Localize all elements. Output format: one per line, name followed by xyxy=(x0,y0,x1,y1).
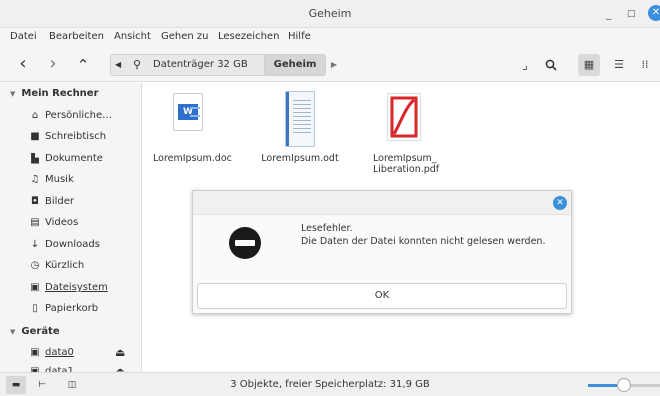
chevron-down-icon: ▼ xyxy=(10,328,16,336)
close-window-button[interactable]: ✕ xyxy=(648,5,660,21)
search-icon xyxy=(545,59,557,71)
recent-icon: ◷ xyxy=(30,260,40,271)
file-item-doc[interactable]: W LoremIpsum.doc xyxy=(153,93,232,164)
word-doc-icon: W xyxy=(173,93,203,131)
sidebar-item-kuerzlich[interactable]: ◷ Kürzlich xyxy=(28,260,140,271)
error-dialog: ✕ Lesefehler. Die Daten der Datei konnte… xyxy=(192,190,572,314)
documents-icon: ▙ xyxy=(31,153,39,164)
sidebar-item-dateisystem[interactable]: ▣ Dateisystem xyxy=(28,282,140,293)
file-name: LoremIpsum_ Liberation.pdf xyxy=(373,153,440,175)
drive-icon: ▣ xyxy=(30,347,40,358)
desktop-icon: ■ xyxy=(30,131,40,142)
videos-icon: ▤ xyxy=(30,217,40,228)
sidebar-item-bilder[interactable]: ◘ Bilder xyxy=(28,196,140,207)
toolbar: ‹ › ⌃ ◀ ⚲ Datenträger 32 GB Geheim ▶ ⌟ ▦… xyxy=(0,48,660,82)
odt-doc-icon xyxy=(285,91,315,147)
forward-button[interactable]: › xyxy=(44,55,62,75)
sidebar-item-persoenlicher-ordner[interactable]: ⌂ Persönliche… xyxy=(28,110,140,121)
home-icon: ⌂ xyxy=(31,110,39,121)
file-item-odt[interactable]: LoremIpsum.odt xyxy=(259,91,341,164)
sidebar-item-dokumente[interactable]: ▙ Dokumente xyxy=(28,153,140,164)
menu-gehen-zu[interactable]: Gehen zu xyxy=(161,31,209,42)
file-name: LoremIpsum.doc xyxy=(153,153,232,164)
sidebar-item-musik[interactable]: ♫ Musik xyxy=(28,174,140,185)
eject-icon[interactable]: ⏏ xyxy=(115,346,125,359)
file-item-pdf[interactable]: LoremIpsum_ Liberation.pdf xyxy=(365,93,443,175)
file-name: LoremIpsum.odt xyxy=(261,153,339,164)
sidebar: ▼ Mein Rechner ⌂ Persönliche… ■ Schreibtisc… xyxy=(0,83,142,372)
sidebar-section-mein-rechner[interactable]: ▼ Mein Rechner xyxy=(10,88,99,99)
zoom-slider[interactable] xyxy=(588,378,660,392)
search-button[interactable] xyxy=(540,54,562,76)
zoom-slider-handle[interactable] xyxy=(617,378,631,392)
music-icon: ♫ xyxy=(30,174,40,185)
terminal-button[interactable]: ⌟ xyxy=(514,54,536,76)
menu-bearbeiten[interactable]: Bearbeiten xyxy=(49,31,104,42)
path-bar: ◀ ⚲ Datenträger 32 GB xyxy=(110,54,268,76)
usb-drive-icon: ⚲ xyxy=(133,58,142,71)
sidebar-item-downloads[interactable]: ↓ Downloads xyxy=(28,239,140,250)
path-next-button[interactable]: ▶ xyxy=(328,55,340,75)
title-bar: Geheim _ □ ✕ xyxy=(0,0,660,28)
sidebar-item-schreibtisch[interactable]: ■ Schreibtisch xyxy=(28,131,140,142)
error-stop-icon xyxy=(229,227,261,259)
menu-bar: Datei Bearbeiten Ansicht Gehen zu Leseze… xyxy=(0,28,660,48)
up-button[interactable]: ⌃ xyxy=(74,55,92,75)
window-title: Geheim xyxy=(308,7,352,20)
menu-hilfe[interactable]: Hilfe xyxy=(288,31,311,42)
file-manager-window: Geheim _ □ ✕ Datei Bearbeiten Ansicht Ge… xyxy=(0,0,660,396)
path-segment-current[interactable]: Geheim xyxy=(264,54,326,76)
downloads-icon: ↓ xyxy=(30,239,40,250)
chevron-down-icon: ▼ xyxy=(10,90,16,98)
status-text: 3 Objekte, freier Speicherplatz: 31,9 GB xyxy=(230,379,430,390)
menu-datei[interactable]: Datei xyxy=(10,31,37,42)
ok-button[interactable]: OK xyxy=(197,283,567,309)
path-prev-button[interactable]: ◀ xyxy=(115,55,121,75)
menu-lesezeichen[interactable]: Lesezeichen xyxy=(218,31,279,42)
pictures-icon: ◘ xyxy=(31,196,39,207)
sidebar-item-papierkorb[interactable]: ▯ Papierkorb xyxy=(28,303,140,314)
eject-icon[interactable]: ⏏ xyxy=(115,365,125,372)
sidebar-section-geraete[interactable]: ▼ Geräte xyxy=(10,326,60,337)
path-segment-drive[interactable]: Datenträger 32 GB xyxy=(153,55,248,75)
back-button[interactable]: ‹ xyxy=(14,55,32,75)
menu-ansicht[interactable]: Ansicht xyxy=(114,31,151,42)
sidebar-item-data0[interactable]: ▣ data0 xyxy=(28,347,108,358)
icon-view-button[interactable]: ▦ xyxy=(578,54,600,76)
trash-icon: ▯ xyxy=(32,303,38,314)
filesystem-icon: ▣ xyxy=(30,282,40,293)
maximize-button[interactable]: □ xyxy=(627,7,636,21)
minimize-button[interactable]: _ xyxy=(606,7,612,21)
dialog-title: Lesefehler. xyxy=(301,223,353,234)
dialog-close-button[interactable]: ✕ xyxy=(553,196,567,210)
compact-view-button[interactable]: ⁞⁞ xyxy=(634,54,656,76)
dialog-header: ✕ xyxy=(193,191,571,215)
sidebar-item-videos[interactable]: ▤ Videos xyxy=(28,217,140,228)
status-bar: ▬ ⊢ ◫ 3 Objekte, freier Speicherplatz: 3… xyxy=(0,372,660,396)
pdf-icon xyxy=(387,93,421,141)
list-view-button[interactable]: ☰ xyxy=(608,54,630,76)
dialog-message: Die Daten der Datei konnten nicht gelese… xyxy=(301,236,546,247)
